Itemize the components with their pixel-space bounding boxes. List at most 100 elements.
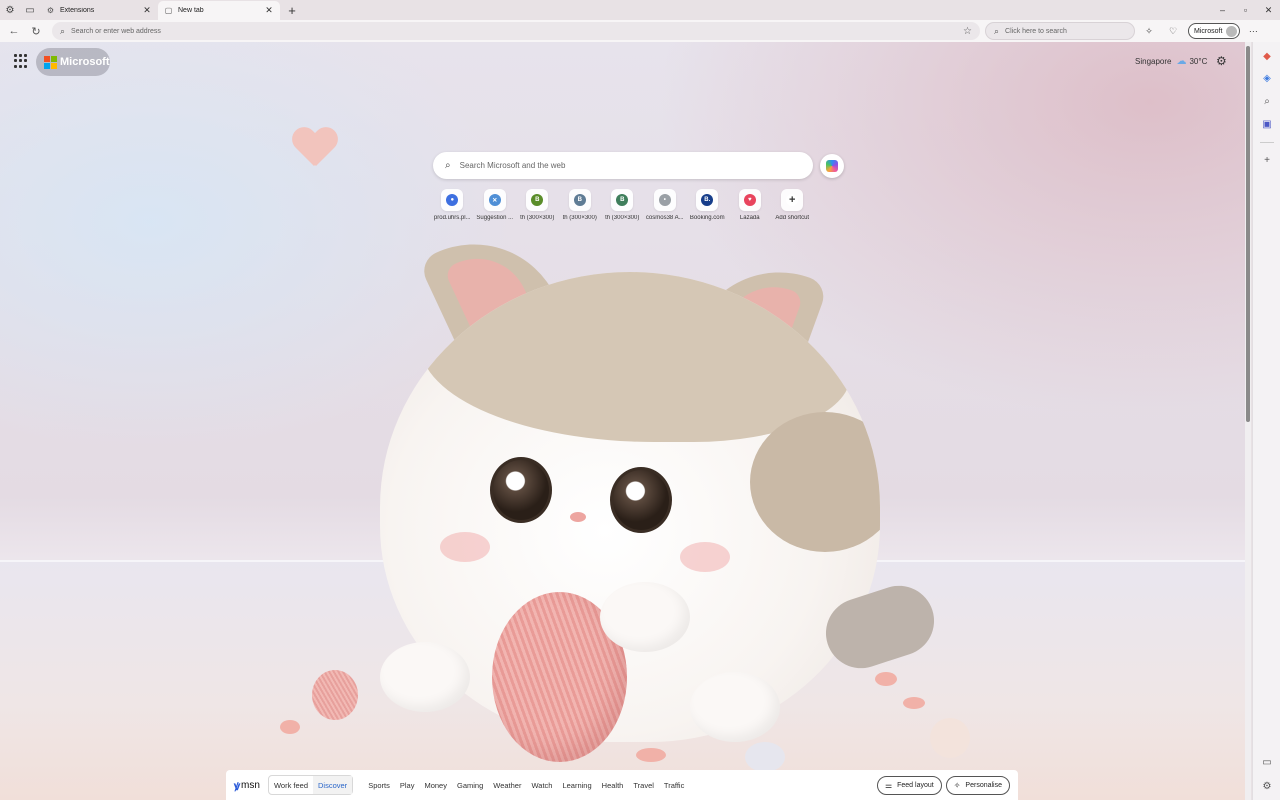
- msn-link-health[interactable]: Health: [602, 781, 624, 790]
- gear-icon[interactable]: ⚙: [1216, 54, 1227, 68]
- tab-title: Extensions: [60, 7, 95, 14]
- cat-nose: [570, 512, 586, 522]
- favorite-star-icon[interactable]: ☆: [963, 26, 972, 37]
- paw-decoration: [930, 718, 970, 758]
- msn-butterfly-icon: ꝟ: [234, 778, 241, 793]
- translate-icon[interactable]: ◈: [1259, 70, 1275, 86]
- feed-layout-button[interactable]: ⚌ Feed layout: [876, 775, 942, 795]
- profile-button[interactable]: Microsoft: [1188, 23, 1241, 39]
- heart-pulse-icon: ♡: [1168, 25, 1178, 36]
- more-button[interactable]: ⋯: [1244, 22, 1262, 40]
- page-icon: ▢: [164, 6, 173, 15]
- refresh-icon: ↻: [31, 25, 41, 38]
- shortcut-tile[interactable]: Bth (300×300): [559, 189, 602, 221]
- apps-grid-icon[interactable]: [14, 54, 28, 68]
- shortcut-tile[interactable]: B. Booking.com: [686, 189, 729, 221]
- shortcut-icon-frame: ♥: [738, 189, 761, 211]
- back-icon: ←: [8, 25, 20, 37]
- msn-link-play[interactable]: Play: [400, 781, 415, 790]
- shortcut-tile[interactable]: • cosmos38 A...: [644, 189, 687, 221]
- shortcut-tile[interactable]: ✕ Suggestion ...: [474, 189, 517, 221]
- extensions-button[interactable]: ✧: [1140, 22, 1158, 40]
- add-icon[interactable]: +: [1259, 152, 1275, 168]
- background-cat-illustration: [370, 214, 890, 772]
- msn-logo[interactable]: ꝟ msn: [234, 777, 260, 794]
- search-icon[interactable]: ⌕: [1259, 93, 1275, 109]
- shortcut-tile[interactable]: Bth (300×300): [601, 189, 644, 221]
- extensions-icon: ⚙: [46, 6, 55, 15]
- close-window-button[interactable]: ✕: [1257, 0, 1280, 20]
- side-search-box[interactable]: ⌕ Click here to search: [985, 22, 1135, 40]
- shortcut-label: Add shortcut: [775, 215, 810, 221]
- weather-widget[interactable]: Singapore ☁ 30°C: [1135, 56, 1207, 67]
- tab-work-feed[interactable]: Work feed: [269, 776, 313, 794]
- browser-settings-icon[interactable]: ⚙: [0, 0, 20, 20]
- tab-extensions[interactable]: ⚙ Extensions ✕: [40, 1, 158, 20]
- msn-link-money[interactable]: Money: [424, 781, 447, 790]
- microsoft-logo-button[interactable]: Microsoft: [36, 48, 110, 76]
- shortcut-icon-frame: ●: [441, 189, 464, 211]
- refresh-button[interactable]: ↻: [25, 20, 47, 42]
- tab-discover[interactable]: Discover: [313, 776, 353, 794]
- paw-decoration: [636, 748, 666, 762]
- paw-decoration: [280, 720, 300, 734]
- puzzle-icon: ✧: [1145, 25, 1153, 36]
- personalise-label: Personalise: [965, 781, 1002, 789]
- heart-decoration: [292, 128, 338, 170]
- msn-link-traffic[interactable]: Traffic: [664, 781, 684, 790]
- shortcut-label: th (300×300): [520, 215, 555, 221]
- search-placeholder: Search Microsoft and the web: [459, 161, 566, 170]
- cat-eye: [490, 457, 552, 523]
- tab-new-tab[interactable]: ▢ New tab ✕: [158, 1, 280, 20]
- msn-link-gaming[interactable]: Gaming: [457, 781, 483, 790]
- address-bar[interactable]: ⌕ Search or enter web address ☆: [52, 22, 980, 40]
- toolbar-actions: ✧ ♡ Microsoft ⋯: [1140, 22, 1268, 40]
- shortcut-label: Booking.com: [689, 215, 725, 221]
- shortcuts-row: ● prod.uhrs.pl... ✕ Suggestion ... Bth (300×…: [431, 189, 814, 221]
- site-favicon-icon: ●: [446, 194, 459, 206]
- msn-link-weather[interactable]: Weather: [493, 781, 521, 790]
- msn-link-sports[interactable]: Sports: [368, 781, 390, 790]
- add-shortcut-button[interactable]: + Add shortcut: [771, 189, 814, 221]
- search-icon: ⌕: [994, 25, 1000, 36]
- tab-title: New tab: [178, 7, 204, 14]
- site-favicon-icon: B: [616, 194, 629, 206]
- sidebar-divider: [1260, 142, 1274, 143]
- site-favicon-icon: B: [573, 194, 586, 206]
- new-tab-button[interactable]: +: [283, 1, 301, 19]
- screenshot-icon[interactable]: ▭: [1259, 754, 1275, 770]
- maximize-button[interactable]: ▫: [1234, 0, 1257, 20]
- shortcut-tile[interactable]: ● prod.uhrs.pl...: [431, 189, 474, 221]
- msn-link-learning[interactable]: Learning: [562, 781, 591, 790]
- vertical-scrollbar[interactable]: [1245, 42, 1251, 800]
- weather-temp: 30°C: [1189, 57, 1208, 66]
- copilot-icon: [826, 160, 838, 172]
- paw-decoration: [875, 672, 897, 686]
- shortcut-tile[interactable]: Bth (300×300): [516, 189, 559, 221]
- vertical-tabs-icon[interactable]: ▭: [20, 0, 40, 20]
- shortcut-icon-frame: B: [568, 189, 591, 211]
- edge-sidebar: ◆ ◈ ⌕ ▣ + ▭ ⚙: [1252, 42, 1280, 800]
- teams-icon[interactable]: ▣: [1259, 116, 1275, 132]
- more-icon: ⋯: [1248, 25, 1258, 36]
- scrollbar-thumb[interactable]: [1246, 46, 1250, 422]
- msn-link-travel[interactable]: Travel: [633, 781, 654, 790]
- msn-logo-text: msn: [241, 779, 260, 791]
- page-search-bar[interactable]: ⌕ Search Microsoft and the web: [433, 152, 813, 179]
- copilot-button[interactable]: [820, 154, 844, 178]
- back-button[interactable]: ←: [3, 20, 25, 42]
- shortcut-label: th (300×300): [605, 215, 640, 221]
- browser-essentials-button[interactable]: ♡: [1164, 22, 1182, 40]
- shortcut-tile[interactable]: ♥ Lazada: [729, 189, 772, 221]
- personalise-button[interactable]: ✧ Personalise: [945, 775, 1010, 795]
- close-tab-icon[interactable]: ✕: [142, 5, 152, 16]
- copilot-icon[interactable]: ◆: [1259, 48, 1275, 64]
- shortcut-icon-frame: •: [653, 189, 676, 211]
- msn-nav-links: Sports Play Money Gaming Weather Watch Learnin…: [363, 781, 689, 790]
- minimize-button[interactable]: –: [1211, 0, 1234, 20]
- new-tab-page: Microsoft Singapore ☁ 30°C ⚙ ⌕ Search Mi…: [0, 42, 1245, 800]
- close-tab-icon[interactable]: ✕: [264, 5, 274, 16]
- msn-link-watch[interactable]: Watch: [531, 781, 552, 790]
- side-search-placeholder: Click here to search: [1005, 27, 1067, 35]
- settings-icon[interactable]: ⚙: [1259, 778, 1275, 794]
